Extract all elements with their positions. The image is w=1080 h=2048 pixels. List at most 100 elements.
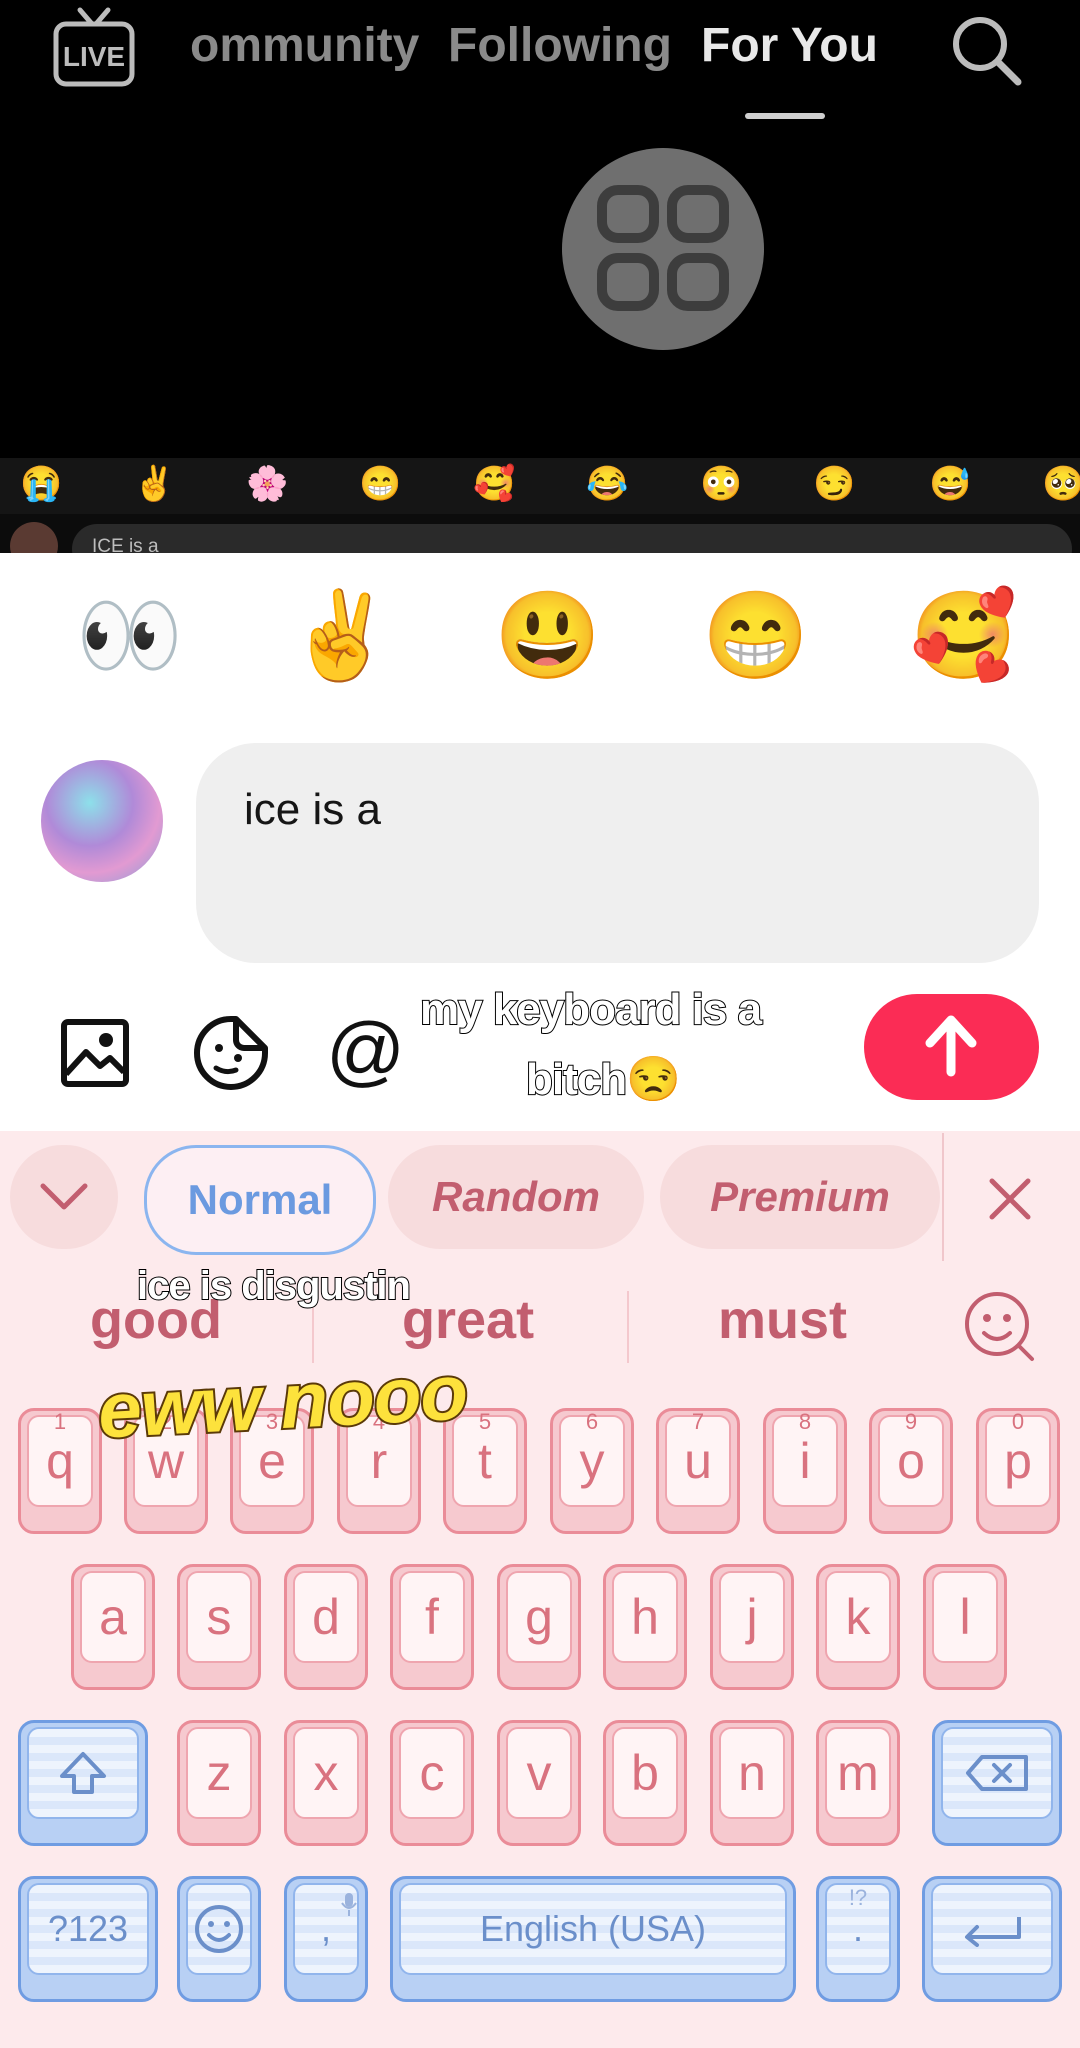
key-p[interactable]: p0 (976, 1408, 1060, 1534)
key-y[interactable]: y6 (550, 1408, 634, 1534)
backspace-key[interactable] (932, 1720, 1062, 1846)
caption-text: bitch😒 (525, 1054, 682, 1105)
collapse-keyboard-button[interactable] (10, 1145, 118, 1249)
tab-for-you[interactable]: For You (701, 18, 878, 73)
period-key-label: . (852, 1908, 863, 1949)
close-icon[interactable] (986, 1175, 1034, 1223)
strip-emoji[interactable]: 🥺 (1042, 464, 1080, 504)
key-label: m (825, 1727, 891, 1819)
key-x[interactable]: x (284, 1720, 368, 1846)
symbols-key[interactable]: ?123 (18, 1876, 158, 2002)
strip-emoji[interactable]: 😳 (700, 464, 742, 504)
enter-key[interactable] (922, 1876, 1062, 2002)
emoji-smiley-icon[interactable] (962, 1289, 1036, 1363)
suggestion-word[interactable]: must (718, 1289, 847, 1351)
strip-emoji[interactable]: 😂 (586, 464, 628, 504)
quick-emoji-smiley[interactable]: 😃 (494, 593, 601, 679)
key-number: 9 (904, 1409, 918, 1434)
key-z[interactable]: z (177, 1720, 261, 1846)
mode-normal-button[interactable]: Normal (144, 1145, 376, 1255)
chevron-down-icon (40, 1183, 88, 1210)
enter-icon (931, 1883, 1053, 1975)
key-label: f (399, 1571, 465, 1663)
strip-emoji[interactable]: 🥰 (473, 464, 515, 504)
comment-input[interactable] (196, 743, 1039, 963)
suggestion-word[interactable]: great (402, 1289, 534, 1351)
key-label: a (80, 1571, 146, 1663)
key-label: d (293, 1571, 359, 1663)
space-key[interactable]: English (USA) (390, 1876, 796, 2002)
strip-emoji[interactable]: 🌸 (246, 464, 288, 504)
key-b[interactable]: b (603, 1720, 687, 1846)
key-number: 6 (585, 1409, 599, 1434)
key-n[interactable]: n (710, 1720, 794, 1846)
strip-emoji[interactable]: 😅 (929, 464, 971, 504)
key-label: h (612, 1571, 678, 1663)
key-number: 7 (691, 1409, 705, 1434)
quick-emoji-eyes[interactable]: 👀 (76, 593, 183, 679)
period-alt-label: !? (848, 1885, 868, 1910)
key-a[interactable]: a (71, 1564, 155, 1690)
key-k[interactable]: k (816, 1564, 900, 1690)
mini-comment-text: ICE is a (92, 536, 159, 553)
key-label: v (506, 1727, 572, 1819)
key-label: x (293, 1727, 359, 1819)
mention-icon[interactable]: @ (326, 1011, 405, 1089)
app-grid-button[interactable] (562, 148, 764, 350)
emoji-key-icon (186, 1883, 252, 1975)
period-key[interactable]: . !? (816, 1876, 900, 2002)
key-label: j (719, 1571, 785, 1663)
shift-icon (27, 1727, 139, 1819)
key-label: n (719, 1727, 785, 1819)
strip-emoji[interactable]: 😭 (20, 464, 62, 504)
key-u[interactable]: u7 (656, 1408, 740, 1534)
shift-key[interactable] (18, 1720, 148, 1846)
tab-following[interactable]: Following (448, 18, 672, 73)
sticker-icon[interactable] (192, 1014, 270, 1092)
key-i[interactable]: i8 (763, 1408, 847, 1534)
quick-emoji-hearts[interactable]: 🥰 (910, 593, 1017, 679)
key-d[interactable]: d (284, 1564, 368, 1690)
key-number: 8 (798, 1409, 812, 1434)
emoji-key[interactable] (177, 1876, 261, 2002)
space-key-cap: English (USA) (399, 1883, 787, 1975)
key-j[interactable]: j (710, 1564, 794, 1690)
key-o[interactable]: o9 (869, 1408, 953, 1534)
send-button[interactable] (864, 994, 1039, 1100)
space-key-label: English (USA) (479, 1908, 707, 1949)
quick-emoji-grin[interactable]: 😁 (702, 593, 809, 679)
key-label: k (825, 1571, 891, 1663)
key-h[interactable]: h (603, 1564, 687, 1690)
comma-key-label: , (320, 1908, 331, 1949)
tab-community[interactable]: ommunity (190, 18, 419, 73)
key-f[interactable]: f (390, 1564, 474, 1690)
symbols-key-text: ?123 (47, 1908, 129, 1949)
video-area[interactable]: LIVE ommunity Following For You 😭 ✌️ 🌸 😁… (0, 0, 1080, 553)
search-icon[interactable] (946, 10, 1026, 90)
live-tv-icon[interactable]: LIVE (52, 6, 136, 90)
strip-emoji[interactable]: 😏 (813, 464, 855, 504)
active-tab-indicator (745, 113, 825, 119)
quick-emoji-victory[interactable]: ✌️ (287, 593, 394, 679)
strip-emoji[interactable]: ✌️ (133, 464, 175, 504)
key-q[interactable]: q1 (18, 1408, 102, 1534)
background-emoji-strip: 😭 ✌️ 🌸 😁 🥰 😂 😳 😏 😅 🥺 (0, 458, 1080, 514)
image-icon[interactable] (60, 1018, 130, 1088)
strip-emoji[interactable]: 😁 (359, 464, 401, 504)
mode-random-button[interactable]: Random (388, 1145, 644, 1249)
key-label: l (932, 1571, 998, 1663)
key-m[interactable]: m (816, 1720, 900, 1846)
mode-bar-divider (942, 1133, 944, 1261)
key-c[interactable]: c (390, 1720, 474, 1846)
key-g[interactable]: g (497, 1564, 581, 1690)
comma-key[interactable]: , (284, 1876, 368, 2002)
mode-premium-button[interactable]: Premium (660, 1145, 940, 1249)
symbols-key-label: ?123 (27, 1883, 149, 1975)
arrow-up-icon (925, 1015, 977, 1077)
key-label: s (186, 1571, 252, 1663)
key-s[interactable]: s (177, 1564, 261, 1690)
live-label: LIVE (63, 41, 125, 72)
key-label: b (612, 1727, 678, 1819)
key-l[interactable]: l (923, 1564, 1007, 1690)
key-v[interactable]: v (497, 1720, 581, 1846)
